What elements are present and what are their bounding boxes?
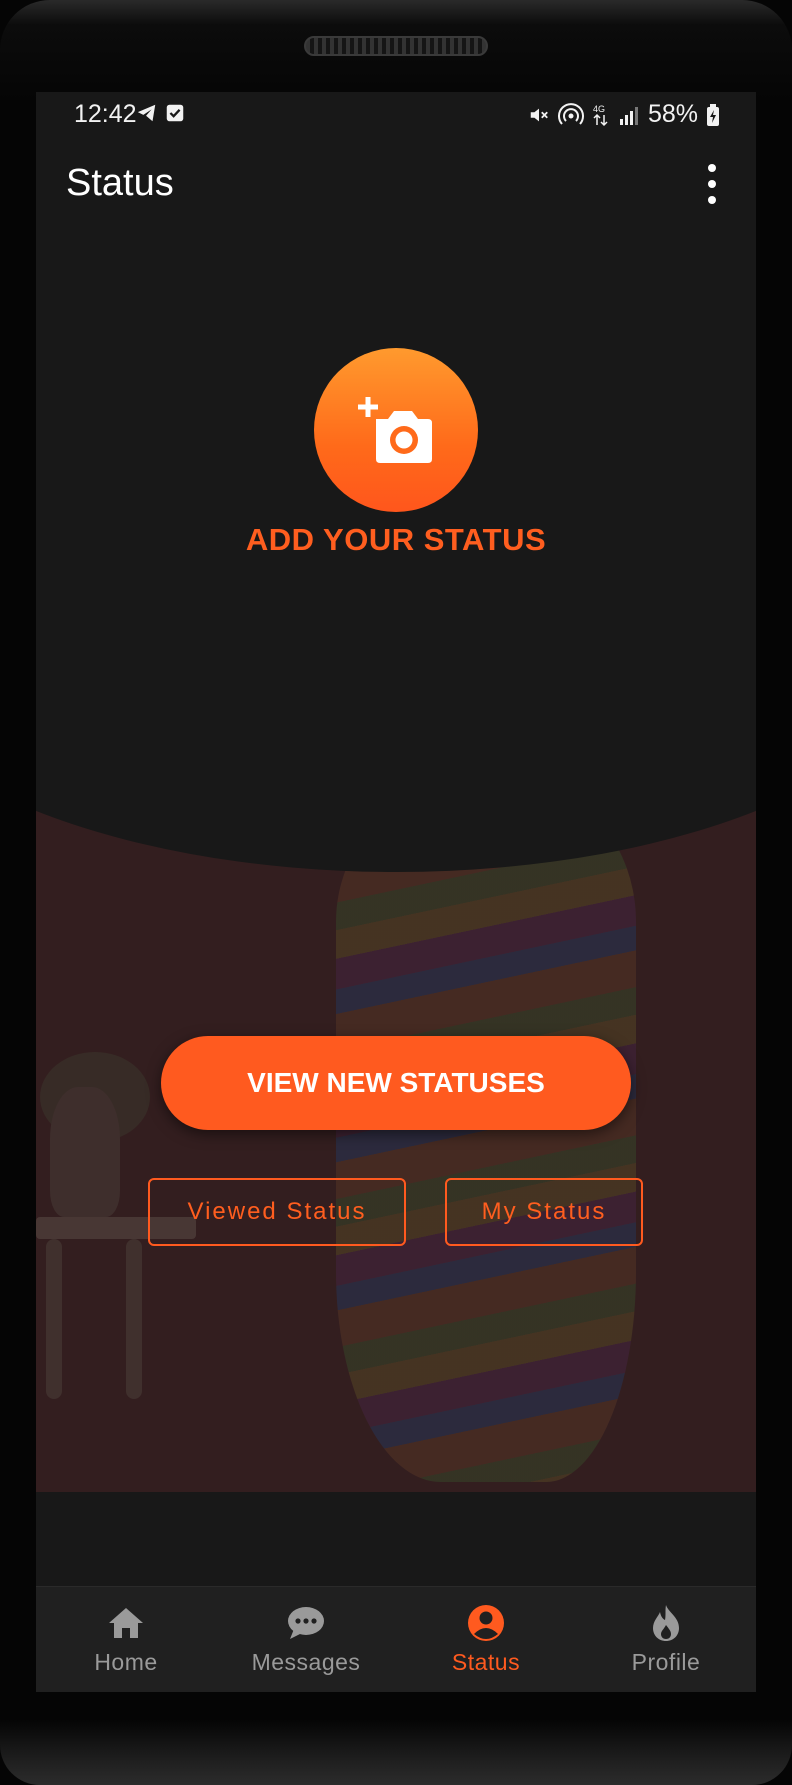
- app-bar: Status: [36, 138, 756, 238]
- network-type: 4G: [593, 104, 605, 114]
- nav-label-home: Home: [94, 1649, 158, 1675]
- nav-label-profile: Profile: [631, 1649, 701, 1675]
- nav-item-home[interactable]: Home: [36, 1587, 216, 1692]
- view-new-statuses-button[interactable]: VIEW NEW STATUSES: [161, 1036, 631, 1130]
- status-right: 4G 58%: [528, 100, 720, 129]
- telegram-icon: [137, 104, 156, 122]
- phone-frame: 12:42 4G 58% Status ADD YOUR STATUS VIEW…: [0, 0, 792, 1785]
- flame-icon: [646, 1603, 686, 1643]
- home-icon: [106, 1603, 146, 1643]
- data-arrows-icon: 4G: [593, 104, 608, 126]
- add-photo-camera-icon: [358, 397, 432, 463]
- task-check-icon: [166, 104, 184, 122]
- speaker-grille: [304, 36, 488, 56]
- nav-item-messages[interactable]: Messages: [216, 1587, 396, 1692]
- add-status-button[interactable]: [314, 348, 478, 512]
- signal-icon: [619, 106, 638, 125]
- account-circle-icon: [466, 1603, 506, 1643]
- viewed-status-button[interactable]: Viewed Status: [148, 1178, 406, 1246]
- page-title: Status: [66, 162, 174, 204]
- add-status-label: ADD YOUR STATUS: [245, 522, 547, 557]
- nav-label-status: Status: [451, 1649, 521, 1675]
- screen: 12:42 4G 58% Status ADD YOUR STATUS VIEW…: [36, 92, 756, 1692]
- status-bar: 12:42 4G 58%: [36, 92, 756, 138]
- nav-label-messages: Messages: [251, 1649, 361, 1675]
- nav-item-profile[interactable]: Profile: [576, 1587, 756, 1692]
- overflow-menu-icon[interactable]: [698, 164, 726, 204]
- my-status-button[interactable]: My Status: [445, 1178, 643, 1246]
- phone-frame-bottom: [0, 1720, 792, 1785]
- hotspot-icon: [557, 102, 584, 125]
- chat-bubble-icon: [286, 1603, 326, 1643]
- battery-percent: 58%: [647, 100, 698, 128]
- mute-icon: [530, 108, 548, 121]
- nav-item-status[interactable]: Status: [396, 1587, 576, 1692]
- battery-charging-icon: [707, 103, 719, 126]
- status-time: 12:42: [74, 100, 137, 128]
- bottom-navigation: Home Messages Status Profile: [36, 1586, 756, 1692]
